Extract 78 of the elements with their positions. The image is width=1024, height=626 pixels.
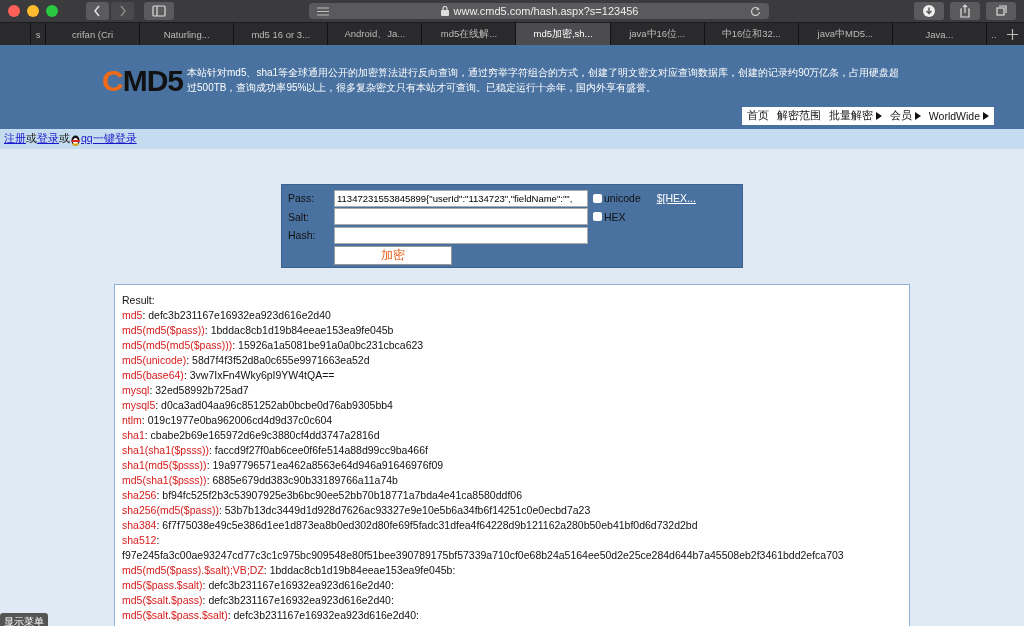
hash-value: : bf94fc525f2b3c53907925e3b6bc90ee52bb70b18771a7bda4e41ca8580ddf06 bbox=[156, 489, 522, 501]
lock-icon bbox=[440, 6, 449, 16]
hash-value: : 32ed58992b725ad7 bbox=[149, 384, 249, 396]
result-title: Result: bbox=[122, 293, 156, 308]
url-text: www.cmd5.com/hash.aspx?s=123456 bbox=[453, 5, 639, 17]
hash-value: : 58d7f4f3f52d8a0c655e9971663ea52d bbox=[186, 354, 370, 366]
hash-type: md5($pass.$salt) bbox=[122, 579, 203, 591]
checkbox-label: HEX bbox=[604, 210, 626, 223]
hash-value: : 019c1977e0ba962006cd4d9d37c0c604 bbox=[141, 414, 333, 426]
hash-type: sha1 bbox=[122, 429, 145, 441]
hex-link[interactable]: $[HEX... bbox=[656, 192, 696, 205]
hash-value: : defc3b231167e16932ea923d616e2d40: bbox=[227, 609, 419, 621]
checkbox[interactable] bbox=[593, 212, 602, 222]
hash-value: : 1bddac8cb1d19b84eeae153ea9fe045b bbox=[204, 324, 394, 336]
reader-icon[interactable] bbox=[317, 6, 329, 16]
show-menu-button[interactable]: 显示菜单 bbox=[0, 613, 48, 626]
salt-field[interactable] bbox=[334, 208, 588, 226]
nav-link[interactable]: 解密范围 bbox=[776, 109, 821, 123]
site-description: 本站针对md5、sha1等全球通用公开的加密算法进行反向查询，通过穷举字符组合的方式，创建了明文密文对应查询数据库，创建的记录约90万亿条，占用硬盘超过500TB，查询成功率95%以上，很多复杂密文只有本站才可查询。已稳定运行十余年，国内外享有盛誉。 bbox=[187, 66, 901, 95]
hash-value: : 3vw7IxFn4Wky6pI9YW4tQA== bbox=[183, 369, 335, 381]
share-icon[interactable] bbox=[950, 2, 980, 20]
login-link[interactable]: 登录 bbox=[37, 132, 59, 146]
hash-value: : defc3b231167e16932ea923d616e2d40: bbox=[202, 579, 394, 591]
hash-type: md5($salt.$pass.$salt) bbox=[122, 609, 228, 621]
forward-icon[interactable] bbox=[111, 2, 134, 20]
nav-link[interactable]: 批量解密 bbox=[828, 109, 873, 123]
browser-tab[interactable]: md5加密,sh... bbox=[515, 23, 610, 45]
nav-link[interactable]: 首页 bbox=[746, 109, 769, 123]
hash-type: sha256(md5($pass)) bbox=[122, 504, 219, 516]
pass-field[interactable]: 11347231553845899{"userId":"1134723","fieldName":"", bbox=[334, 189, 588, 207]
field-label: Hash: bbox=[287, 229, 317, 242]
caret-icon[interactable] bbox=[875, 112, 882, 120]
hash-type: md5(base64) bbox=[122, 369, 184, 381]
nav-link[interactable]: WorldWide bbox=[928, 110, 980, 122]
hash-value: : 19a97796571ea462a8563e64d946a91646976f09 bbox=[206, 459, 444, 471]
maximize-window-icon[interactable] bbox=[46, 5, 58, 17]
hash-type: md5($salt.$pass) bbox=[122, 594, 203, 606]
hash-value: : 53b7b13dc3449d1d928d7626ac93327e9e10e5b6a34fb6f14251c0e0ecbd7a23 bbox=[218, 504, 591, 516]
reload-icon[interactable] bbox=[750, 5, 761, 17]
caret-icon[interactable] bbox=[914, 112, 921, 120]
hash-type: md5(sha1($psss)) bbox=[122, 474, 207, 486]
hash-value: : d0ca3ad04aa96c851252ab0bcbe0d76ab9305bb4 bbox=[155, 399, 393, 411]
hash-type: ntlm bbox=[122, 414, 142, 426]
sidebar-icon[interactable] bbox=[144, 2, 174, 20]
login-link[interactable]: 注册 bbox=[4, 132, 26, 146]
qq-login-link[interactable]: qq一键登录 bbox=[81, 132, 137, 146]
login-text: 或 bbox=[59, 132, 70, 146]
nav-link[interactable]: 会员 bbox=[889, 109, 912, 123]
checkbox[interactable] bbox=[593, 193, 602, 203]
checkbox-label: unicode bbox=[604, 192, 641, 205]
hash-value: : 1bddac8cb1d19b84eeae153ea9fe045b: bbox=[263, 564, 456, 576]
new-tab-icon[interactable] bbox=[1007, 28, 1018, 40]
minimize-window-icon[interactable] bbox=[27, 5, 39, 17]
encrypt-button[interactable]: 加密 bbox=[334, 245, 452, 265]
hash-value: : bbox=[156, 534, 160, 546]
field-label: Salt: bbox=[287, 210, 310, 223]
hash-value: : 6885e679dd383c90b33189766a11a74b bbox=[206, 474, 398, 486]
hash-field[interactable] bbox=[334, 226, 588, 244]
field-label: Pass: bbox=[287, 192, 316, 205]
tabs-overview-icon[interactable] bbox=[986, 2, 1016, 20]
hash-type: sha1(md5($psss)) bbox=[122, 459, 207, 471]
hash-value: : defc3b231167e16932ea923d616e2d40 bbox=[142, 309, 331, 321]
caret-icon[interactable] bbox=[983, 112, 989, 120]
hash-value: : faccd9f27f0ab6cee0f6fe514a88d99cc9ba466f bbox=[208, 444, 428, 456]
site-logo: CMD5 bbox=[102, 65, 183, 97]
login-text: 或 bbox=[26, 132, 37, 146]
close-window-icon[interactable] bbox=[8, 5, 20, 17]
hash-value: : cbabe2b69e165972d6e9c3880cf4dd3747a2816d bbox=[144, 429, 380, 441]
hash-type: md5(md5($pass)) bbox=[122, 324, 205, 336]
hash-value: : defc3b231167e16932ea923d616e2d40: bbox=[202, 594, 394, 606]
hash-value: : 15926a1a5081be91a0a0bc231cbca623 bbox=[232, 339, 424, 351]
hash-type: sha1(sha1($psss)) bbox=[122, 444, 209, 456]
hash-value: : 6f7f75038e49c5e386d1ee1d873ea8b0ed302d80fe69f5fadc31dfea4f64228d9b121162a280b50eb41bf0d6d732d2bd bbox=[156, 519, 698, 531]
download-icon[interactable] bbox=[914, 2, 944, 20]
back-icon[interactable] bbox=[86, 2, 109, 20]
address-bar[interactable]: www.cmd5.com/hash.aspx?s=123456 bbox=[309, 3, 769, 19]
hash-value: f97e245fa3c00ae93247cd77c3c1c975bc909548e80f51bee390789175bf57339a710cf0e68b24a5164ee50d2e25ce284d644b7a45508eb2f3461bdd2efca703 bbox=[122, 549, 844, 561]
hash-type: md5(md5($pass).$salt);VB;DZ bbox=[122, 564, 264, 576]
